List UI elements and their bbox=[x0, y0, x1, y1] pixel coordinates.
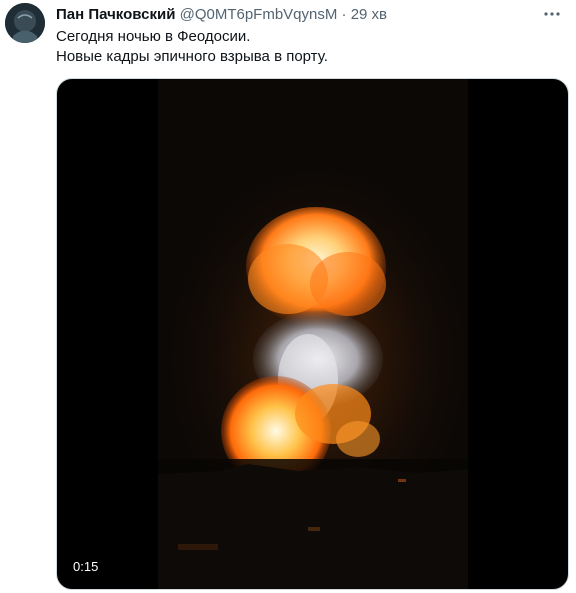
video-player[interactable]: 0:15 bbox=[56, 78, 569, 590]
explosion-video-still bbox=[158, 79, 468, 589]
avatar[interactable] bbox=[5, 3, 45, 43]
author-handle[interactable]: @Q0MT6pFmbVqynsM bbox=[180, 6, 338, 23]
video-frame[interactable] bbox=[158, 79, 468, 589]
tweet-text-line: Сегодня ночью в Феодосии. bbox=[56, 28, 251, 45]
separator-dot: · bbox=[341, 6, 347, 23]
avatar-image bbox=[5, 3, 45, 43]
tweet-text-line: Новые кадры эпичного взрыва в порту. bbox=[56, 48, 328, 65]
tweet-card[interactable]: Пан Пачковский @Q0MT6pFmbVqynsM · 29 хв … bbox=[0, 0, 576, 593]
video-duration-badge: 0:15 bbox=[67, 557, 105, 577]
tweet-timestamp[interactable]: 29 хв bbox=[351, 6, 387, 23]
tweet-text: Сегодня ночью в Феодосии. Новые кадры эп… bbox=[56, 27, 328, 67]
more-horizontal-icon bbox=[544, 12, 560, 16]
author-name[interactable]: Пан Пачковский bbox=[56, 6, 175, 23]
more-options-button[interactable] bbox=[542, 4, 562, 24]
tweet-header: Пан Пачковский @Q0MT6pFmbVqynsM · 29 хв bbox=[56, 5, 564, 25]
